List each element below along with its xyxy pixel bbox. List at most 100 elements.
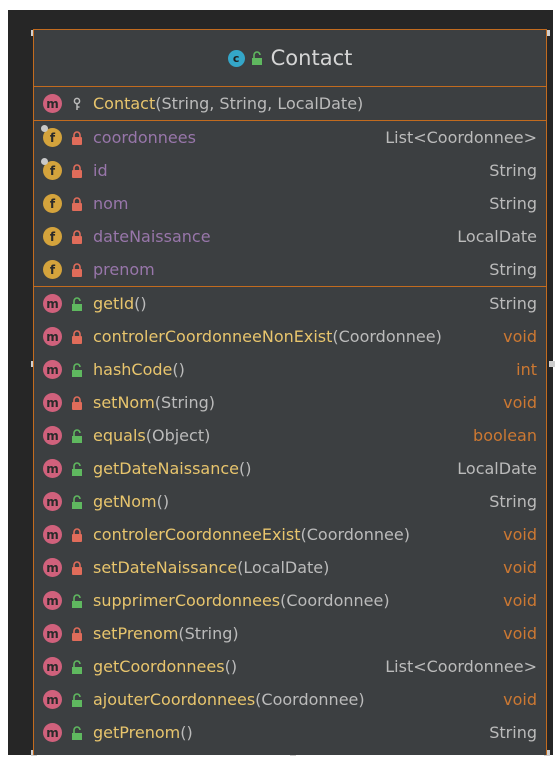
- method-row[interactable]: m getId() String: [34, 287, 546, 320]
- method-icon: m: [43, 591, 62, 610]
- method-icon: m: [43, 657, 62, 676]
- method-row[interactable]: m getCoordonnees() List<Coordonnee>: [34, 650, 546, 683]
- method-name: controlerCoordonneeNonExist: [93, 327, 333, 346]
- method-params: (Object): [145, 426, 211, 445]
- public-visibility-icon: [71, 494, 83, 510]
- fields-section: f coordonnees List<Coordonnee> f id String f no…: [34, 121, 546, 287]
- method-return-type: void: [503, 690, 537, 709]
- pin-icon: [41, 125, 48, 132]
- method-icon: m: [43, 690, 62, 709]
- method-row[interactable]: m setNom (String) void: [34, 386, 546, 419]
- method-return-type: void: [503, 525, 537, 544]
- method-return-type: void: [503, 624, 537, 643]
- method-name: getCoordonnees: [93, 657, 225, 676]
- method-row[interactable]: m getNom() String: [34, 485, 546, 518]
- method-icon: m: [43, 459, 62, 478]
- method-return-type: void: [503, 327, 537, 346]
- field-name: prenom: [93, 260, 155, 279]
- method-return-type: boolean: [473, 426, 537, 445]
- method-row[interactable]: m ajouterCoordonnees (Coordonnee) void: [34, 683, 546, 716]
- method-return-type: void: [503, 393, 537, 412]
- public-visibility-icon: [71, 296, 83, 312]
- private-visibility-icon: [71, 527, 83, 543]
- method-name: setNom: [93, 393, 155, 412]
- field-icon: f: [41, 158, 62, 180]
- method-icon: m: [43, 723, 62, 742]
- private-visibility-icon: [71, 163, 83, 179]
- method-return-type: String: [489, 723, 537, 742]
- method-name: getDateNaissance: [93, 459, 239, 478]
- public-visibility-icon: [71, 428, 83, 444]
- constructor-row[interactable]: m Contact (String, String, LocalDate): [34, 87, 546, 120]
- field-type: String: [489, 161, 537, 180]
- class-name: Contact: [270, 46, 353, 70]
- public-visibility-icon: [251, 50, 263, 66]
- method-name: ajouterCoordonnees: [93, 690, 256, 709]
- method-row[interactable]: m supprimerCoordonnees (Coordonnee) void: [34, 584, 546, 617]
- field-name: id: [93, 161, 108, 180]
- method-icon: m: [43, 327, 62, 346]
- method-return-type: LocalDate: [457, 459, 537, 478]
- method-icon: m: [43, 525, 62, 544]
- method-name: setDateNaissance: [93, 558, 238, 577]
- method-icon: m: [43, 624, 62, 643]
- public-visibility-icon: [71, 692, 83, 708]
- constructor-params: (String, String, LocalDate): [155, 94, 364, 113]
- public-visibility-icon: [71, 461, 83, 477]
- resize-handle-middle-right[interactable]: [549, 361, 555, 367]
- method-name: getId: [93, 294, 135, 313]
- method-name: controlerCoordonneeExist: [93, 525, 301, 544]
- field-row[interactable]: f coordonnees List<Coordonnee>: [34, 121, 546, 154]
- field-row[interactable]: f id String: [34, 154, 546, 187]
- method-row[interactable]: m setPrenom (String) void: [34, 617, 546, 650]
- method-icon: m: [43, 558, 62, 577]
- method-row[interactable]: m hashCode() int: [34, 353, 546, 386]
- public-visibility-icon: [71, 362, 83, 378]
- public-visibility-icon: [71, 593, 83, 609]
- method-params: (): [156, 492, 170, 511]
- method-params: (Coordonnee): [300, 525, 410, 544]
- method-row[interactable]: m setDateNaissance (LocalDate) void: [34, 551, 546, 584]
- private-visibility-icon: [71, 560, 83, 576]
- constructor-name: Contact: [93, 94, 156, 113]
- method-name: supprimerCoordonnees: [93, 591, 281, 610]
- field-type: List<Coordonnee>: [385, 128, 537, 147]
- field-type: String: [489, 260, 537, 279]
- method-params: (): [134, 294, 147, 313]
- method-icon: m: [43, 360, 62, 379]
- method-return-type: void: [503, 591, 537, 610]
- method-icon: m: [43, 426, 62, 445]
- method-icon: m: [43, 294, 62, 313]
- field-row[interactable]: f dateNaissance LocalDate: [34, 220, 546, 253]
- public-visibility-icon: [71, 659, 83, 675]
- method-row[interactable]: m controlerCoordonneeNonExist (Coordonnee)…: [34, 320, 546, 353]
- method-name: getNom: [93, 492, 157, 511]
- method-return-type: String: [489, 294, 537, 313]
- method-row[interactable]: m controlerCoordonneeExist (Coordonnee) voi…: [34, 518, 546, 551]
- field-icon: f: [41, 125, 62, 147]
- field-name: dateNaissance: [93, 227, 211, 246]
- constructors-section: m Contact (String, String, LocalDate): [34, 87, 546, 121]
- field-icon: f: [43, 194, 62, 213]
- field-name: nom: [93, 194, 129, 213]
- field-row[interactable]: f prenom String: [34, 253, 546, 286]
- method-params: (): [239, 459, 252, 478]
- method-params: (LocalDate): [237, 558, 330, 577]
- method-params: (Coordonnee): [332, 327, 442, 346]
- class-box[interactable]: c Contact m Contact (String, String, Local…: [33, 29, 547, 755]
- method-row[interactable]: m getDateNaissance() LocalDate: [34, 452, 546, 485]
- method-params: (String): [154, 393, 216, 412]
- class-icon: c: [227, 49, 245, 67]
- field-row[interactable]: f nom String: [34, 187, 546, 220]
- class-header: c Contact: [34, 30, 546, 87]
- method-params: (): [224, 657, 238, 676]
- method-icon: m: [43, 492, 62, 511]
- method-icon: m: [43, 94, 62, 113]
- method-icon: m: [43, 393, 62, 412]
- private-visibility-icon: [71, 229, 83, 245]
- field-type: LocalDate: [457, 227, 537, 246]
- method-row[interactable]: m equals (Object) boolean: [34, 419, 546, 452]
- method-row[interactable]: m getPrenom() String: [34, 716, 546, 749]
- method-name: equals: [93, 426, 146, 445]
- method-return-type: void: [503, 558, 537, 577]
